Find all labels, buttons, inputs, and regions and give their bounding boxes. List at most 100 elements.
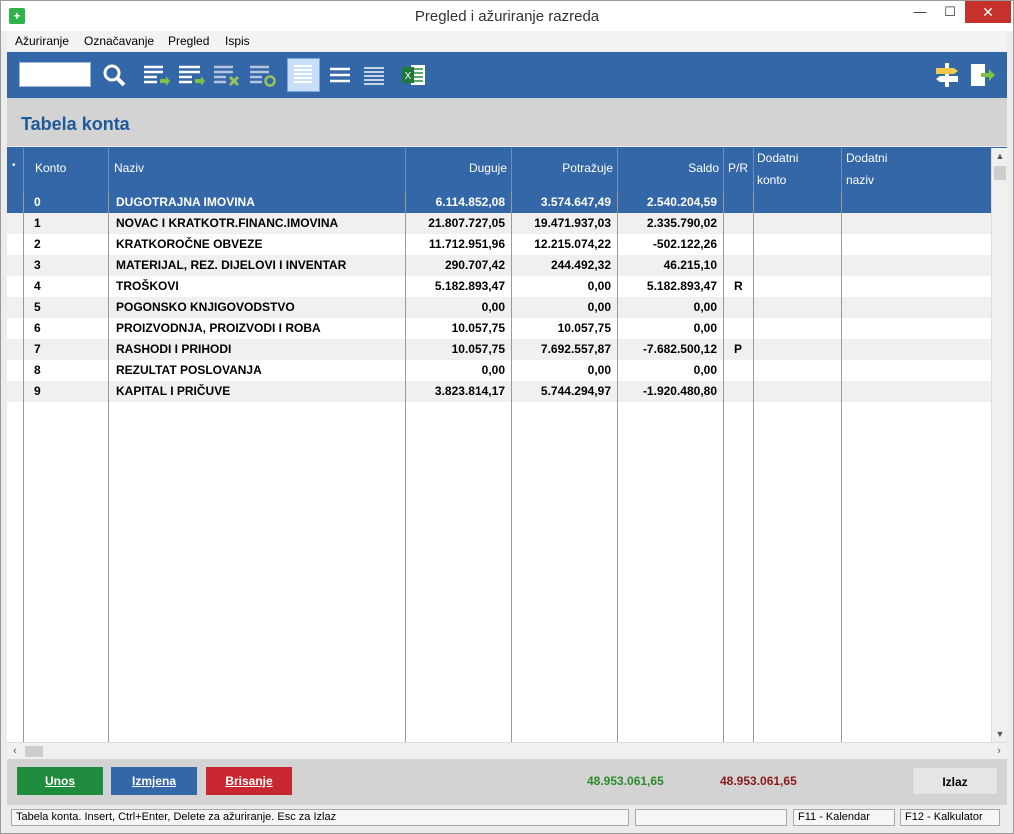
cell-saldo: -502.122,26 [652, 237, 717, 251]
exit-icon[interactable] [967, 60, 997, 90]
column-divider [108, 192, 109, 742]
izlaz-button[interactable]: Izlaz [912, 767, 998, 795]
excel-icon[interactable]: X [399, 60, 429, 90]
cell-pr: R [734, 279, 743, 293]
status-bar: Tabela konta. Insert, Ctrl+Enter, Delete… [7, 807, 1007, 827]
search-icon[interactable] [99, 60, 129, 90]
cell-konto: 3 [34, 258, 41, 272]
cell-naziv: PROIZVODNJA, PROIZVODI I ROBA [116, 321, 321, 335]
view-list-icon[interactable] [325, 60, 355, 90]
cell-pr [734, 297, 752, 318]
view-list-compact-icon[interactable] [359, 60, 389, 90]
table-row[interactable]: 5 POGONSKO KNJIGOVODSTVO 0,00 0,00 0,00 [7, 297, 991, 318]
column-divider [405, 192, 406, 742]
column-marker: • [12, 160, 16, 171]
scroll-up-icon[interactable]: ▲ [992, 148, 1008, 164]
table-row[interactable]: 3 MATERIJAL, REZ. DIJELOVI I INVENTAR 290.… [7, 255, 991, 276]
list-add-icon[interactable] [141, 60, 171, 90]
list-refresh-icon[interactable] [247, 60, 277, 90]
cell-duguje: 0,00 [481, 363, 505, 377]
list-delete-icon[interactable] [211, 60, 241, 90]
cell-konto: 9 [34, 384, 41, 398]
vertical-scrollbar[interactable]: ▲ ▼ [991, 148, 1007, 742]
column-dodatni-konto[interactable]: Dodatni konto [753, 148, 841, 192]
menu-oznacavanje[interactable]: Označavanje [84, 34, 154, 48]
table-row[interactable]: 6 PROIZVODNJA, PROIZVODI I ROBA 10.057,75 1… [7, 318, 991, 339]
scroll-thumb[interactable] [25, 746, 43, 757]
cell-naziv: KAPITAL I PRIČUVE [116, 384, 231, 398]
table-row[interactable]: 0 DUGOTRAJNA IMOVINA 6.114.852,08 3.574.647… [7, 192, 991, 213]
column-saldo[interactable]: Saldo [617, 148, 723, 192]
brisanje-button[interactable]: Brisanje [206, 767, 292, 795]
cell-duguje: 5.182.893,47 [434, 279, 505, 293]
title-bar: + Pregled i ažuriranje razreda — ☐ ✕ [1, 1, 1013, 31]
column-konto[interactable]: Konto [23, 148, 108, 192]
scroll-down-icon[interactable]: ▼ [992, 726, 1008, 742]
menu-bar: Ažuriranje Označavanje Pregled Ispis [7, 31, 1007, 51]
signpost-icon[interactable] [932, 60, 962, 90]
column-naziv[interactable]: Naziv [108, 148, 405, 192]
cell-konto: 0 [34, 195, 41, 209]
column-divider [23, 192, 24, 742]
cell-konto: 8 [34, 363, 41, 377]
svg-text:X: X [405, 71, 412, 82]
menu-ispis[interactable]: Ispis [225, 34, 250, 48]
column-dodatni-naziv[interactable]: Dodatni naziv [841, 148, 991, 192]
scroll-thumb[interactable] [994, 166, 1006, 180]
table-row[interactable]: 9 KAPITAL I PRIČUVE 3.823.814,17 5.744.294,… [7, 381, 991, 402]
view-list-selected-icon[interactable] [287, 58, 320, 92]
table-row[interactable]: 7 RASHODI I PRIHODI 10.057,75 7.692.557,87 -… [7, 339, 991, 360]
column-potrazuje[interactable]: Potražuje [511, 148, 617, 192]
action-bar: Unos Izmjena Brisanje 48.953.061,65 48.9… [7, 759, 1007, 805]
maximize-button[interactable]: ☐ [935, 1, 965, 23]
menu-pregled[interactable]: Pregled [168, 34, 209, 48]
cell-duguje: 3.823.814,17 [434, 384, 505, 398]
accounts-table: • Konto Naziv Duguje Potražuje Saldo P/R… [7, 147, 1007, 759]
cell-konto: 7 [34, 342, 41, 356]
scroll-right-icon[interactable]: › [991, 743, 1007, 759]
minimize-button[interactable]: — [905, 1, 935, 23]
column-pr[interactable]: P/R [723, 148, 753, 192]
table-row[interactable]: 8 REZULTAT POSLOVANJA 0,00 0,00 0,00 [7, 360, 991, 381]
cell-saldo: 5.182.893,47 [646, 279, 717, 293]
column-divider [617, 192, 618, 742]
cell-saldo: 2.540.204,59 [646, 195, 717, 209]
cell-konto: 6 [34, 321, 41, 335]
cell-konto: 4 [34, 279, 41, 293]
list-edit-icon[interactable] [176, 60, 206, 90]
cell-pr [734, 255, 752, 276]
cell-potrazuje: 19.471.937,03 [534, 216, 611, 230]
table-row[interactable]: 4 TROŠKOVI 5.182.893,47 0,00 5.182.893,47 R [7, 276, 991, 297]
table-row[interactable]: 1 NOVAC I KRATKOTR.FINANC.IMOVINA 21.807.7… [7, 213, 991, 234]
cell-duguje: 11.712.951,96 [428, 237, 505, 251]
cell-potrazuje: 3.574.647,49 [540, 195, 611, 209]
cell-saldo: 46.215,10 [663, 258, 717, 272]
cell-konto: 5 [34, 300, 41, 314]
cell-potrazuje: 7.692.557,87 [540, 342, 611, 356]
status-f11: F11 - Kalendar [793, 809, 895, 826]
horizontal-scrollbar[interactable]: ‹ › [7, 742, 1007, 759]
cell-duguje: 0,00 [481, 300, 505, 314]
cell-naziv: TROŠKOVI [116, 279, 179, 293]
table-row[interactable]: 2 KRATKOROČNE OBVEZE 11.712.951,96 12.215.0… [7, 234, 991, 255]
cell-naziv: NOVAC I KRATKOTR.FINANC.IMOVINA [116, 216, 339, 230]
status-f12: F12 - Kalkulator [900, 809, 1000, 826]
unos-button[interactable]: Unos [17, 767, 103, 795]
izmjena-button[interactable]: Izmjena [111, 767, 197, 795]
menu-azuriranje[interactable]: Ažuriranje [15, 34, 69, 48]
total-duguje: 48.953.061,65 [587, 774, 664, 788]
column-duguje[interactable]: Duguje [405, 148, 511, 192]
cell-saldo: 2.335.790,02 [646, 216, 717, 230]
scroll-left-icon[interactable]: ‹ [7, 743, 23, 759]
window-title: Pregled i ažuriranje razreda [414, 8, 600, 25]
search-input[interactable] [19, 62, 91, 87]
column-divider [841, 192, 842, 742]
status-empty [635, 809, 787, 826]
close-button[interactable]: ✕ [965, 1, 1011, 23]
cell-potrazuje: 5.744.294,97 [540, 384, 611, 398]
cell-pr [734, 318, 752, 339]
cell-duguje: 10.057,75 [451, 342, 505, 356]
page-title: Tabela konta [21, 114, 130, 134]
cell-duguje: 21.807.727,05 [428, 216, 505, 230]
table-header: • Konto Naziv Duguje Potražuje Saldo P/R… [7, 148, 991, 192]
